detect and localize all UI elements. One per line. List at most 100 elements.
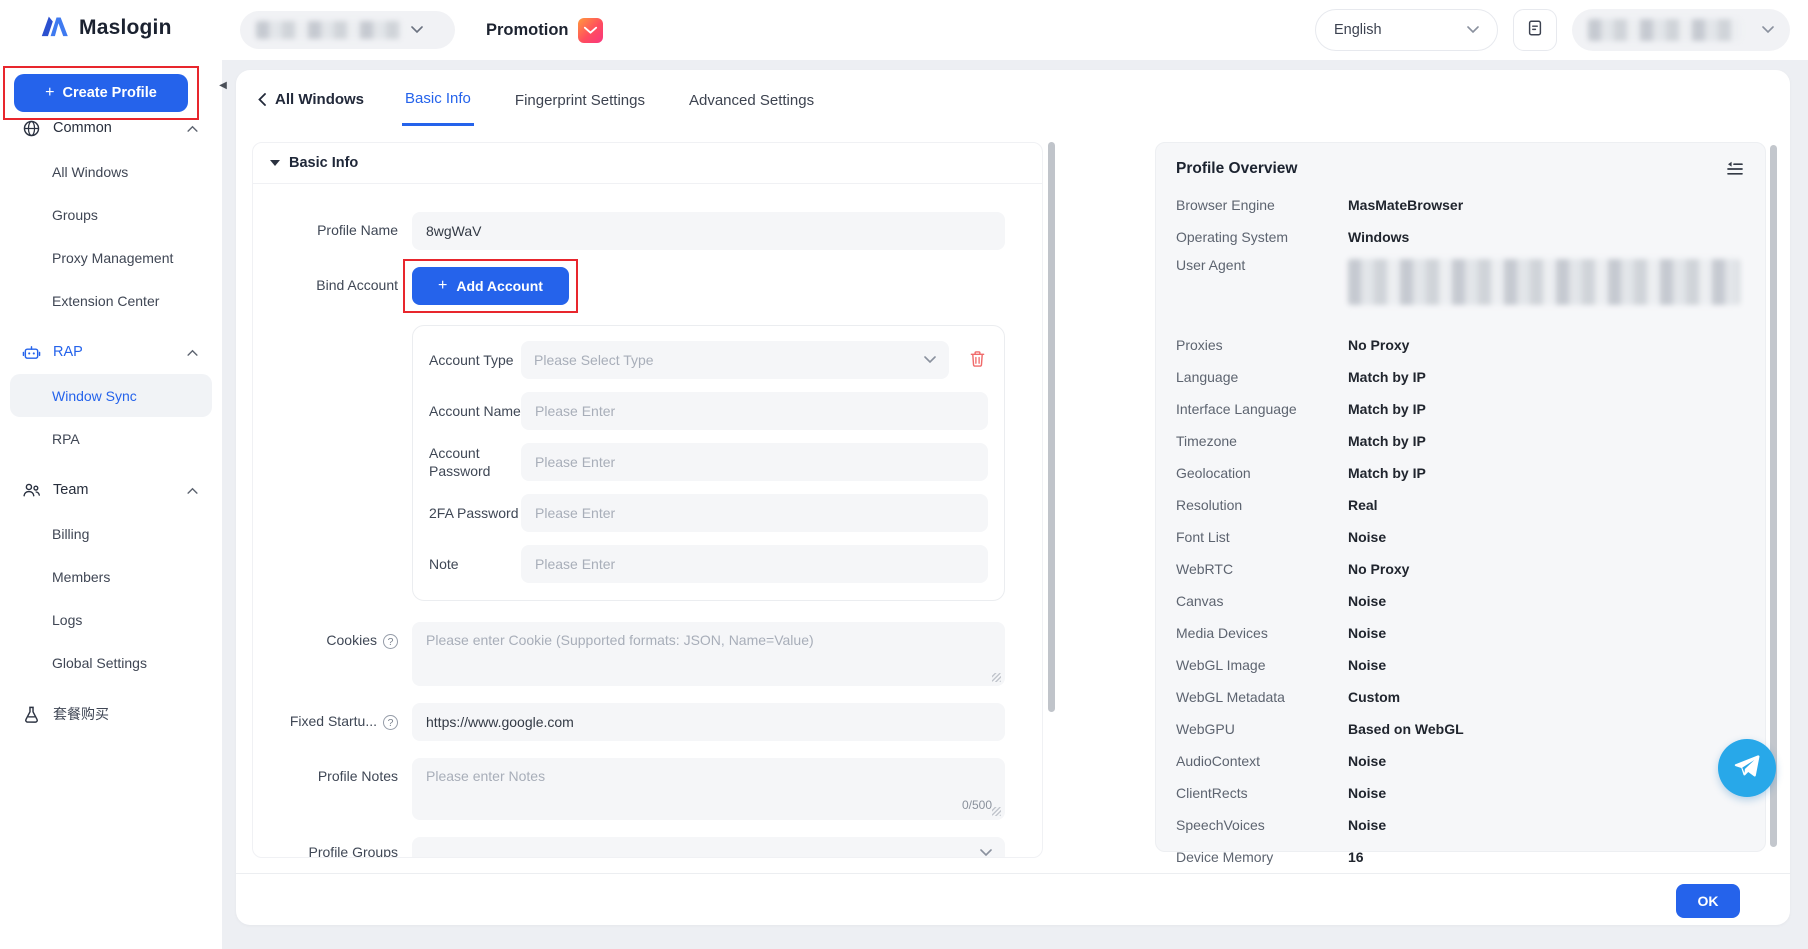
sidebar-collapse-handle[interactable]: ◀ <box>214 76 232 94</box>
red-envelope-icon <box>578 18 603 43</box>
top-bar: Maslogin Promotion English <box>0 0 1808 60</box>
main-content-card: All Windows Basic Info Fingerprint Setti… <box>236 70 1790 925</box>
user-name-redacted <box>1588 19 1740 41</box>
sidebar-item[interactable]: Members <box>0 555 222 598</box>
tabs-row: All Windows Basic Info Fingerprint Setti… <box>258 70 817 128</box>
back-to-all-windows[interactable]: All Windows <box>258 91 364 108</box>
sidebar-nav: Common All WindowsGroupsProxy Management… <box>0 106 222 736</box>
profile-notes-label: Profile Notes <box>253 758 398 820</box>
chevron-up-icon <box>187 349 198 356</box>
overview-row: Interface Language Match by IP <box>1176 393 1745 425</box>
sidebar-item[interactable]: All Windows <box>0 150 222 193</box>
account-card: Account Type Please Select Type <box>412 325 1005 601</box>
sidebar-group-header-common[interactable]: Common <box>0 106 222 150</box>
sidebar: Create Profile Common All WindowsGroupsP… <box>0 60 222 949</box>
overview-row: Resolution Real <box>1176 489 1745 521</box>
account-type-select[interactable]: Please Select Type <box>521 341 949 379</box>
language-selected: English <box>1334 22 1382 38</box>
robot-icon <box>22 343 41 362</box>
collapse-panel-icon[interactable] <box>1725 159 1745 179</box>
tab-basic-info[interactable]: Basic Info <box>402 72 474 126</box>
profile-overview-panel: Profile Overview Browser Engine MasMateB… <box>1155 142 1766 852</box>
profile-groups-select[interactable] <box>412 837 1005 858</box>
account-password-input[interactable] <box>521 443 988 481</box>
document-icon <box>1526 19 1544 42</box>
overview-row: SpeechVoices Noise <box>1176 809 1745 841</box>
sidebar-item[interactable]: Billing <box>0 512 222 555</box>
fixed-startup-url-input[interactable] <box>412 703 1005 741</box>
overview-row: Proxies No Proxy <box>1176 329 1745 361</box>
resize-grip-icon[interactable] <box>992 807 1001 816</box>
overview-row: AudioContext Noise <box>1176 745 1745 777</box>
chevron-down-icon <box>1467 26 1479 34</box>
promotion-link[interactable]: Promotion <box>486 0 603 60</box>
sidebar-group-header-team[interactable]: Team <box>0 468 222 512</box>
triangle-down-icon <box>270 160 280 166</box>
resize-grip-icon[interactable] <box>992 673 1001 682</box>
tab-fingerprint-settings[interactable]: Fingerprint Settings <box>512 74 648 125</box>
brand-logo: Maslogin <box>40 14 172 42</box>
overview-row: ClientRects Noise <box>1176 777 1745 809</box>
chevron-up-icon <box>187 125 198 132</box>
add-account-button[interactable]: Add Account <box>412 267 569 305</box>
tab-advanced-settings[interactable]: Advanced Settings <box>686 74 817 125</box>
sidebar-group-header-rap[interactable]: RAP <box>0 330 222 374</box>
overview-row: Media Devices Noise <box>1176 617 1745 649</box>
trash-icon <box>969 350 986 371</box>
profile-name-label: Profile Name <box>253 212 398 250</box>
tfa-password-label: 2FA Password <box>429 504 521 522</box>
note-input[interactable] <box>521 545 988 583</box>
sidebar-item-package-purchase[interactable]: 套餐购买 <box>0 692 222 736</box>
help-icon[interactable] <box>383 715 398 730</box>
account-name-input[interactable] <box>521 392 988 430</box>
help-icon[interactable] <box>383 634 398 649</box>
account-password-label: Account Password <box>429 444 521 480</box>
sidebar-item[interactable]: Window Sync <box>10 374 212 417</box>
sidebar-item[interactable]: Global Settings <box>0 641 222 684</box>
tfa-password-input[interactable] <box>521 494 988 532</box>
profile-overview-title: Profile Overview <box>1176 160 1297 178</box>
promotion-label: Promotion <box>486 21 569 40</box>
overview-row: Browser Engine MasMateBrowser <box>1176 189 1745 221</box>
workspace-selector[interactable] <box>240 11 455 49</box>
docs-button[interactable] <box>1513 9 1557 51</box>
user-account-menu[interactable] <box>1572 9 1790 51</box>
sidebar-group-common: Common All WindowsGroupsProxy Management… <box>0 106 222 322</box>
sidebar-item[interactable]: Proxy Management <box>0 236 222 279</box>
chevron-down-icon <box>980 849 992 857</box>
overview-row: WebGL Image Noise <box>1176 649 1745 681</box>
ok-button[interactable]: OK <box>1676 884 1740 918</box>
notes-char-counter: 0/500 <box>962 798 992 812</box>
sidebar-item[interactable]: Groups <box>0 193 222 236</box>
profile-notes-textarea[interactable] <box>412 758 1005 820</box>
overview-row: WebGPU Based on WebGL <box>1176 713 1745 745</box>
chevron-down-icon <box>411 26 423 34</box>
account-type-label: Account Type <box>429 351 521 369</box>
sidebar-item[interactable]: Logs <box>0 598 222 641</box>
overview-row: WebGL Metadata Custom <box>1176 681 1745 713</box>
telegram-support-button[interactable] <box>1718 739 1776 797</box>
basic-info-section-header[interactable]: Basic Info <box>253 143 1042 184</box>
fixed-startup-label: Fixed Startu... <box>290 713 377 729</box>
delete-account-button[interactable] <box>966 349 988 371</box>
profile-groups-label: Profile Groups <box>253 837 398 858</box>
basic-info-section: Basic Info Profile Name Bind Account Add… <box>252 142 1043 858</box>
user-agent-redacted <box>1348 259 1740 305</box>
note-label: Note <box>429 555 521 573</box>
overview-row: WebRTC No Proxy <box>1176 553 1745 585</box>
profile-name-input[interactable] <box>412 212 1005 250</box>
form-scrollbar-thumb[interactable] <box>1048 142 1055 712</box>
cookies-textarea[interactable] <box>412 622 1005 686</box>
team-icon <box>22 481 41 500</box>
sidebar-item[interactable]: Extension Center <box>0 279 222 322</box>
flask-icon <box>22 705 41 724</box>
overview-row: Font List Noise <box>1176 521 1745 553</box>
footer-bar: OK <box>236 873 1790 925</box>
overview-scrollbar-thumb[interactable] <box>1770 145 1777 847</box>
overview-row: User Agent <box>1176 253 1745 329</box>
workspace-name-redacted <box>256 21 401 39</box>
sidebar-item[interactable]: RPA <box>0 417 222 460</box>
language-selector[interactable]: English <box>1315 9 1498 51</box>
account-name-label: Account Name <box>429 402 521 420</box>
overview-row: Device Memory 16 <box>1176 841 1745 873</box>
